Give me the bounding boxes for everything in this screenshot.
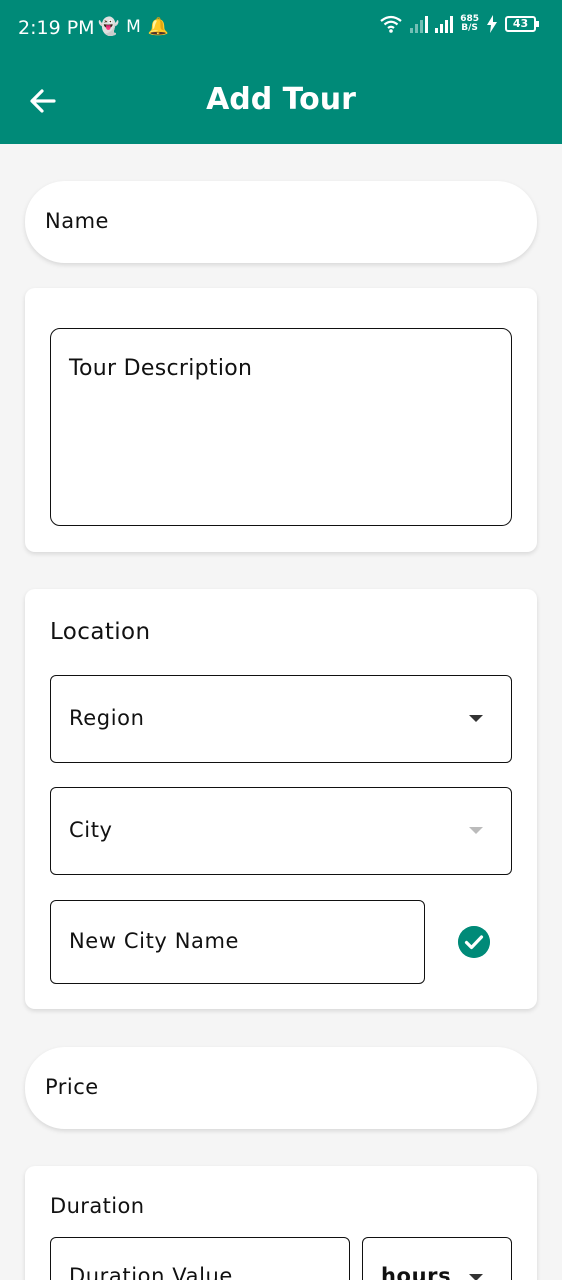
- name-placeholder: Name: [45, 209, 109, 233]
- wifi-icon: [380, 15, 402, 33]
- chevron-down-icon: [469, 1274, 483, 1280]
- name-field[interactable]: Name: [25, 181, 537, 263]
- new-city-input[interactable]: New City Name: [50, 900, 425, 984]
- duration-value-input[interactable]: Duration Value: [50, 1237, 350, 1280]
- chevron-down-icon: [469, 715, 483, 722]
- price-placeholder: Price: [45, 1075, 99, 1099]
- duration-value-placeholder: Duration Value: [69, 1264, 233, 1280]
- notification-icons: 👻M🔔: [98, 17, 176, 37]
- location-heading: Location: [50, 619, 151, 645]
- network-speed: 685 B/S: [460, 15, 479, 33]
- snapchat-icon: 👻: [98, 17, 127, 37]
- region-label: Region: [69, 706, 145, 730]
- duration-card: Duration Duration Value hours: [25, 1166, 537, 1280]
- charging-icon: [487, 15, 497, 33]
- duration-heading: Duration: [50, 1194, 145, 1218]
- description-card: Tour Description: [25, 288, 537, 552]
- check-circle-icon[interactable]: [458, 926, 490, 958]
- page-title: Add Tour: [206, 82, 356, 117]
- new-city-placeholder: New City Name: [69, 929, 240, 953]
- duration-unit-value: hours: [381, 1264, 452, 1280]
- battery-icon: 43: [505, 16, 539, 32]
- signal-icon: [410, 15, 429, 33]
- network-speed-unit: B/S: [461, 23, 478, 33]
- description-textarea[interactable]: Tour Description: [50, 328, 512, 526]
- duration-unit-dropdown[interactable]: hours: [362, 1237, 512, 1280]
- price-field[interactable]: Price: [25, 1047, 537, 1129]
- region-dropdown[interactable]: Region: [50, 675, 512, 763]
- signal-icon: [435, 15, 454, 33]
- chevron-down-icon: [469, 827, 483, 834]
- notification-bell-icon: 🔔: [147, 17, 177, 37]
- system-icons: 685 B/S 43: [379, 14, 539, 34]
- city-dropdown[interactable]: City: [50, 787, 512, 875]
- gmail-icon: M: [126, 17, 148, 37]
- status-bar: 2:19 PM 👻M🔔 685 B/S 43: [0, 0, 562, 58]
- status-time: 2:19 PM: [18, 17, 95, 39]
- description-placeholder: Tour Description: [69, 356, 253, 381]
- app-bar: 2:19 PM 👻M🔔 685 B/S 43 Add Tour: [0, 0, 562, 144]
- city-label: City: [69, 818, 113, 842]
